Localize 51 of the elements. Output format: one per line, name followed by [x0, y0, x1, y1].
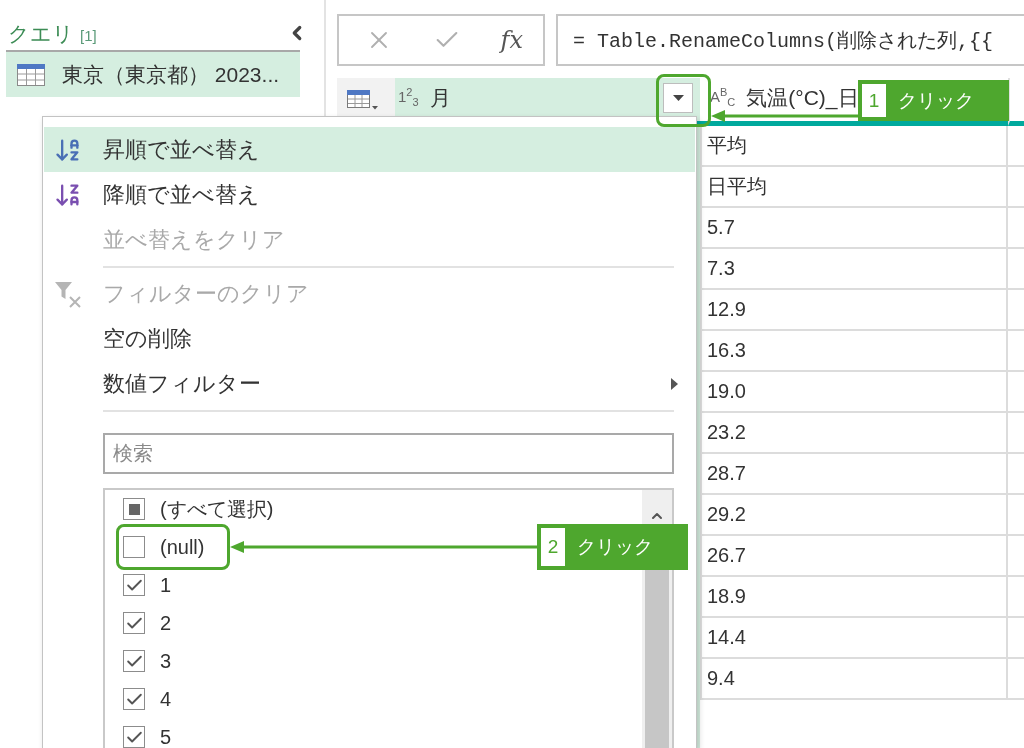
table-cell: 5.7 — [700, 208, 1008, 249]
table-cell: 23.2 — [700, 413, 1008, 454]
table-cell: 19.0 — [700, 372, 1008, 413]
table-cell: 12.9 — [700, 290, 1008, 331]
column-name: 月 — [429, 85, 451, 110]
caret-icon — [672, 94, 684, 101]
checkbox[interactable] — [123, 574, 145, 596]
fx-button[interactable]: fx — [500, 28, 523, 52]
menu-item[interactable]: 降順で並べ替え — [44, 172, 695, 217]
menu-item[interactable]: 昇順で並べ替え — [44, 127, 695, 172]
formula-field[interactable]: = Table.RenameColumns(削除された列,{{ — [556, 14, 1024, 66]
menu-item[interactable]: 数値フィルター — [44, 361, 695, 406]
table-cell: 16.3 — [700, 331, 1008, 372]
menu-item[interactable]: 空の削除 — [44, 316, 695, 361]
checkbox[interactable] — [123, 726, 145, 748]
table-cell: 14.4 — [700, 618, 1008, 659]
checkbox-label: 4 — [160, 689, 172, 709]
table-cell: 18.9 — [700, 577, 1008, 618]
step-number: 2 — [541, 528, 565, 566]
table-cell: 9.4 — [700, 659, 1008, 700]
table-cell: 28.7 — [700, 454, 1008, 495]
filled-square-icon — [128, 503, 140, 515]
table-cell: 平均 — [700, 126, 1008, 167]
checkbox-label: (すべて選択) — [160, 499, 274, 519]
callout-label: クリック — [898, 88, 974, 113]
checkbox-label: 1 — [160, 575, 172, 595]
filter-dropdown-button[interactable] — [663, 82, 693, 113]
checkbox-label: (null) — [160, 537, 205, 557]
step-number: 1 — [862, 84, 886, 117]
column-name: 気温(°C)_日 — [746, 85, 859, 110]
query-count: [1] — [80, 27, 97, 43]
table-cell: 29.2 — [700, 495, 1008, 536]
query-item[interactable]: 東京（東京都） 2023... — [6, 52, 300, 97]
checkbox[interactable] — [123, 650, 145, 672]
filter-clear-icon — [54, 279, 82, 308]
table-menu-icon[interactable] — [347, 89, 379, 110]
table-cell: 26.7 — [700, 536, 1008, 577]
highlight-frame — [656, 74, 711, 127]
table-icon — [17, 63, 45, 86]
checkbox-label: 2 — [160, 613, 172, 633]
table-cell: 7.3 — [700, 249, 1008, 290]
checkbox-label: 5 — [160, 727, 172, 747]
search-field[interactable]: 検索 — [103, 433, 674, 474]
checkbox[interactable] — [123, 688, 145, 710]
checkbox[interactable] — [123, 612, 145, 634]
table-cell: 日平均 — [700, 167, 1008, 208]
checkbox-label: 3 — [160, 651, 172, 671]
pane-title: クエリ — [8, 22, 74, 44]
checkbox[interactable] — [123, 498, 145, 520]
callout-label: クリック — [577, 535, 653, 559]
checkbox[interactable] — [123, 536, 145, 558]
